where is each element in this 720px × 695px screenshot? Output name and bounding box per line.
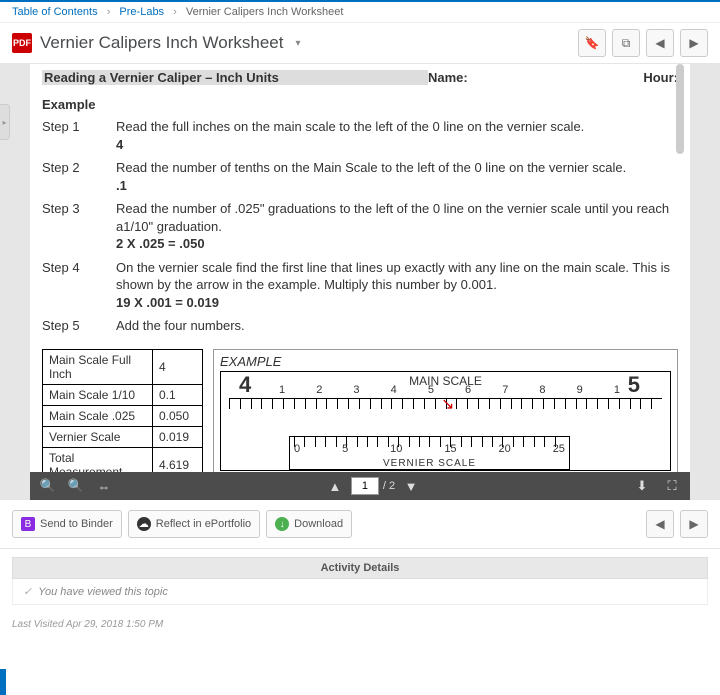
measurement-table: Main Scale Full Inch4Main Scale 1/100.1M… [42,349,203,472]
check-icon: ✓ [23,585,32,598]
accent-bar [0,669,6,695]
zoom-out-button[interactable]: 🔍 [36,476,60,496]
fit-width-button[interactable]: ⇔ [92,476,116,496]
step-row: Step 1Read the full inches on the main s… [42,118,678,153]
chevron-right-icon: › [101,6,117,18]
page-number-input[interactable] [351,477,379,495]
breadcrumb-toc[interactable]: Table of Contents [12,6,98,18]
next-topic-button[interactable]: ▶ [680,510,708,538]
table-row: Main Scale 1/100.1 [43,385,203,406]
fullscreen-button[interactable]: ⛶ [660,476,684,496]
pdf-icon: PDF [12,33,32,53]
pdf-toolbar: 🔍 🔍 ⇔ ▲ / 2 ▼ ⬇ ⛶ [30,472,690,500]
table-row: Vernier Scale0.019 [43,427,203,448]
doc-hour-label: Hour: [618,70,678,85]
page-title: Vernier Calipers Inch Worksheet [40,33,283,53]
title-dropdown[interactable]: ▾ [291,38,300,49]
reflect-eportfolio-button[interactable]: ☁ Reflect in ePortfolio [128,510,260,538]
send-to-binder-label: Send to Binder [40,518,113,530]
action-row: B Send to Binder ☁ Reflect in ePortfolio… [0,500,720,549]
binder-icon: B [21,517,35,531]
step-label: Step 4 [42,259,116,312]
step-label: Step 2 [42,159,116,194]
page-total: / 2 [383,480,395,492]
table-row: Main Scale .0250.050 [43,406,203,427]
doc-heading: Reading a Vernier Caliper – Inch Units [42,70,428,85]
breadcrumb: Table of Contents › Pre-Labs › Vernier C… [0,2,720,23]
page-up-button[interactable]: ▲ [323,476,347,496]
caliper-diagram: EXAMPLE 4 MAIN SCALE 5 1234567891 ↘ 0510… [213,349,678,472]
table-row: Main Scale Full Inch4 [43,350,203,385]
step-body: On the vernier scale find the first line… [116,259,678,312]
next-button[interactable]: ▶ [680,29,708,57]
prev-button[interactable]: ◀ [646,29,674,57]
prev-topic-button[interactable]: ◀ [646,510,674,538]
chevron-right-icon: › [167,6,183,18]
step-label: Step 5 [42,317,116,335]
step-body: Add the four numbers. [116,317,678,335]
step-body: Read the number of tenths on the Main Sc… [116,159,678,194]
arrow-icon: ↘ [441,394,454,414]
bookmark-button[interactable]: 🔖 [578,29,606,57]
example-label: Example [42,97,678,112]
download-pdf-button[interactable]: ⬇ [630,476,654,496]
main-scale-big-right: 5 [628,372,640,398]
side-expander[interactable]: ▸ [0,104,10,140]
title-bar: PDF Vernier Calipers Inch Worksheet ▾ 🔖 … [0,23,720,64]
breadcrumb-current: Vernier Calipers Inch Worksheet [186,6,344,18]
step-row: Step 3Read the number of .025" graduatio… [42,200,678,253]
step-body: Read the full inches on the main scale t… [116,118,678,153]
main-scale-big-left: 4 [239,372,251,398]
activity-viewed-row: ✓ You have viewed this topic [12,579,708,605]
step-label: Step 3 [42,200,116,253]
page-down-button[interactable]: ▼ [399,476,423,496]
send-to-binder-button[interactable]: B Send to Binder [12,510,122,538]
step-row: Step 5Add the four numbers. [42,317,678,335]
cloud-icon: ☁ [137,517,151,531]
table-row: Total Measurement4.619 [43,448,203,472]
vernier-scale-label: VERNIER SCALE [383,458,476,469]
activity-details-header: Activity Details [12,557,708,579]
step-row: Step 4On the vernier scale find the firs… [42,259,678,312]
download-icon: ↓ [275,517,289,531]
zoom-in-button[interactable]: 🔍 [64,476,88,496]
document-page: Reading a Vernier Caliper – Inch Units N… [30,64,690,472]
step-body: Read the number of .025" graduations to … [116,200,678,253]
doc-name-label: Name: [428,70,618,85]
reflect-label: Reflect in ePortfolio [156,518,251,530]
popout-button[interactable]: ⧉ [612,29,640,57]
pdf-viewer: ▸ Reading a Vernier Caliper – Inch Units… [0,64,720,500]
download-label: Download [294,518,343,530]
diagram-example-label: EXAMPLE [220,354,671,369]
last-visited: Last Visited Apr 29, 2018 1:50 PM [0,605,720,644]
step-label: Step 1 [42,118,116,153]
breadcrumb-prelabs[interactable]: Pre-Labs [119,6,164,18]
activity-viewed-text: You have viewed this topic [38,586,168,598]
step-row: Step 2Read the number of tenths on the M… [42,159,678,194]
download-button[interactable]: ↓ Download [266,510,352,538]
